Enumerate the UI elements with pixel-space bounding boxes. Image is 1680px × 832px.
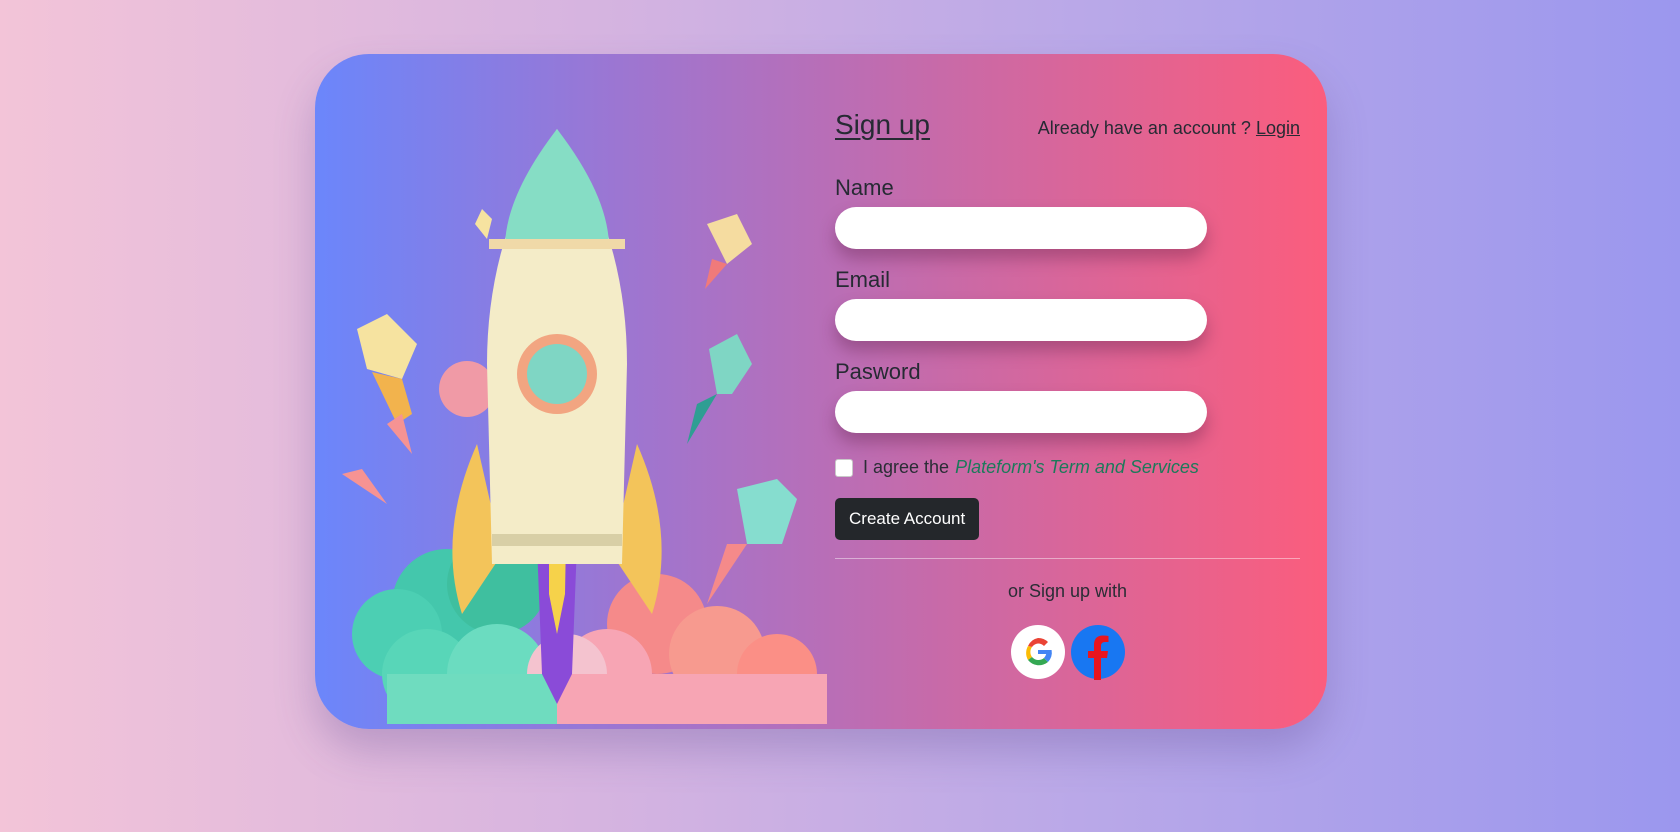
password-field[interactable] <box>835 391 1207 433</box>
agree-text: I agree the <box>863 457 950 477</box>
signup-form: Sign up Already have an account ? Login … <box>835 109 1300 680</box>
name-field[interactable] <box>835 207 1207 249</box>
login-prompt: Already have an account ? Login <box>1038 118 1300 139</box>
agree-checkbox[interactable] <box>835 458 853 477</box>
email-label: Email <box>835 267 891 292</box>
social-signup-text: or Sign up with <box>1007 581 1128 601</box>
create-account-button[interactable]: Create Account <box>835 498 980 540</box>
divider <box>835 558 1300 559</box>
facebook-signup-button[interactable] <box>1070 624 1126 680</box>
google-signup-button[interactable] <box>1010 624 1066 680</box>
name-label: Name <box>835 175 894 200</box>
rocket-illustration <box>327 114 833 729</box>
password-label: Pasword <box>835 359 921 384</box>
email-field[interactable] <box>835 299 1207 341</box>
google-icon <box>1010 625 1065 679</box>
terms-agreement: I agree the Plateform's Term and Service… <box>835 457 1300 478</box>
signup-card: Sign up Already have an account ? Login … <box>315 54 1327 729</box>
login-prompt-text: Already have an account ? <box>1037 118 1256 138</box>
form-header: Sign up Already have an account ? Login <box>835 109 1300 141</box>
facebook-icon <box>1070 625 1125 680</box>
login-link[interactable]: Login <box>1256 118 1300 138</box>
page-title: Sign up <box>835 109 930 140</box>
social-buttons <box>835 624 1300 680</box>
terms-link[interactable]: Plateform's Term and Services <box>955 457 1199 478</box>
